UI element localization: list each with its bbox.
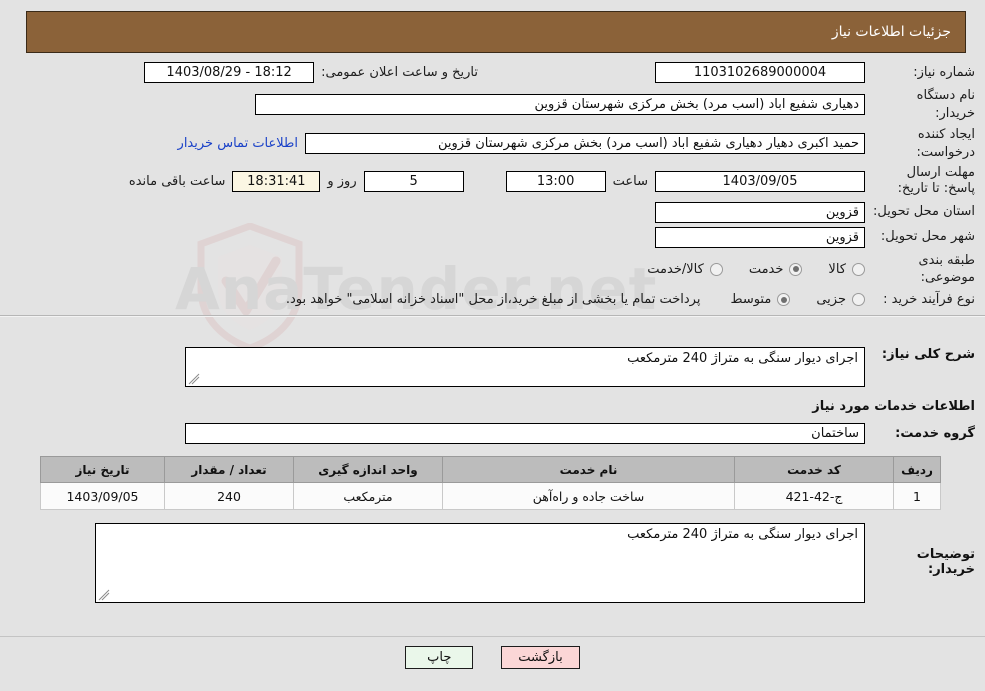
- col-header-code: کد خدمت: [734, 456, 894, 483]
- service-items-table-wrap: ردیف کد خدمت نام خدمت واحد اندازه گیری ت…: [0, 456, 985, 510]
- category-option-kala[interactable]: کالا: [828, 262, 865, 277]
- general-desc-label: شرح کلی نیاز:: [881, 347, 975, 362]
- service-items-table: ردیف کد خدمت نام خدمت واحد اندازه گیری ت…: [40, 456, 941, 510]
- need-number-label: شماره نیاز:: [913, 64, 975, 80]
- category-option-label: خدمت: [748, 261, 784, 277]
- bottom-divider: [0, 636, 985, 637]
- row-service-group: گروه خدمت: ساختمان: [0, 423, 985, 444]
- cell-radif: 1: [893, 482, 941, 510]
- cell-date: 1403/09/05: [40, 482, 165, 510]
- cell-qty: 240: [164, 482, 294, 510]
- deadline-date-field[interactable]: 1403/09/05: [655, 170, 865, 192]
- cell-unit: مترمکعب: [293, 482, 443, 510]
- remaining-days-field[interactable]: 5: [363, 170, 464, 192]
- row-province: استان محل تحویل: قزوین: [0, 201, 985, 223]
- row-need-number: شماره نیاز: 1103102689000004 تاریخ و ساع…: [0, 62, 985, 83]
- table-header-row: ردیف کد خدمت نام خدمت واحد اندازه گیری ت…: [40, 456, 941, 483]
- radio-icon[interactable]: [852, 262, 865, 276]
- back-button[interactable]: بازگشت: [501, 646, 580, 669]
- col-header-name: نام خدمت: [442, 456, 735, 483]
- page-header: جزئیات اطلاعات نیاز: [26, 11, 966, 53]
- cell-name: ساخت جاده و راه‌آهن: [442, 482, 735, 510]
- announce-datetime-label: تاریخ و ساعت اعلان عمومی:: [321, 65, 478, 80]
- table-row: 1 ج-42-421 ساخت جاده و راه‌آهن مترمکعب 2…: [40, 482, 941, 510]
- general-desc-value: اجرای دیوار سنگی به متراژ 240 مترمکعب: [627, 351, 858, 366]
- row-category: طبقه بندی موضوعی: کالا خدمت کالا/خدمت: [0, 252, 985, 287]
- deadline-hour-field[interactable]: 13:00: [505, 170, 606, 192]
- category-option-khedmat[interactable]: خدمت: [749, 262, 803, 277]
- resize-grip-icon[interactable]: [98, 589, 110, 601]
- category-radio-group: کالا خدمت کالا/خدمت: [621, 262, 865, 277]
- remaining-label: ساعت باقی مانده: [128, 173, 226, 189]
- resize-grip-icon[interactable]: [188, 373, 200, 385]
- category-option-label: کالا/خدمت: [647, 261, 704, 277]
- buyer-org-field[interactable]: دهیاری شفیع اباد (اسب مرد) بخش مرکزی شهر…: [255, 94, 865, 116]
- need-info-panel: شماره نیاز: 1103102689000004 تاریخ و ساع…: [0, 62, 985, 318]
- buyer-contact-link[interactable]: اطلاعات تماس خریدار: [171, 136, 305, 151]
- row-general-desc: شرح کلی نیاز: اجرای دیوار سنگی به متراژ …: [0, 347, 985, 387]
- category-label: طبقه بندی موضوعی:: [918, 252, 976, 286]
- buyer-notes-label: توضیحات خریدار:: [916, 547, 975, 577]
- buyer-notes-textarea[interactable]: اجرای دیوار سنگی به متراژ 240 مترمکعب: [95, 523, 865, 603]
- col-header-qty: تعداد / مقدار: [164, 456, 294, 483]
- province-field[interactable]: قزوین: [655, 201, 865, 223]
- city-label: شهر محل تحویل:: [880, 229, 975, 245]
- creator-label: ایجاد کننده درخواست:: [916, 127, 975, 160]
- category-option-label: کالا: [828, 261, 846, 277]
- row-city: شهر محل تحویل: قزوین: [0, 226, 985, 248]
- process-label: نوع فرآیند خرید :: [883, 291, 975, 307]
- category-option-kala-khedmat[interactable]: کالا/خدمت: [647, 262, 723, 277]
- footer-actions: بازگشت چاپ: [0, 646, 985, 669]
- countdown-timer-field: 18:31:41: [232, 170, 321, 192]
- province-label: استان محل تحویل:: [873, 204, 975, 220]
- radio-icon[interactable]: [709, 262, 723, 276]
- service-group-label: گروه خدمت:: [895, 426, 975, 441]
- row-creator: ایجاد کننده درخواست: حمید اکبری دهیار ده…: [0, 126, 985, 161]
- cell-code: ج-42-421: [734, 482, 894, 510]
- buyer-notes-value: اجرای دیوار سنگی به متراژ 240 مترمکعب: [627, 527, 858, 542]
- treasury-note: پرداخت تمام یا بخشی از مبلغ خرید،از محل …: [285, 292, 701, 308]
- row-buyer-org: نام دستگاه خریدار: دهیاری شفیع اباد (اسب…: [0, 87, 985, 122]
- col-header-date: تاریخ نیاز: [40, 456, 165, 483]
- creator-field[interactable]: حمید اکبری دهیار دهیاری شفیع اباد (اسب م…: [305, 133, 865, 155]
- col-header-unit: واحد اندازه گیری: [293, 456, 443, 483]
- process-radio-group: جزیی متوسط: [704, 292, 865, 307]
- general-desc-textarea[interactable]: اجرای دیوار سنگی به متراژ 240 مترمکعب: [185, 347, 865, 387]
- radio-icon[interactable]: [852, 293, 865, 307]
- details-section: شرح کلی نیاز: اجرای دیوار سنگی به متراژ …: [0, 340, 985, 603]
- need-number-field[interactable]: 1103102689000004: [655, 62, 865, 83]
- days-word-label: روز و: [327, 173, 357, 189]
- process-option-motavaset[interactable]: متوسط: [730, 292, 791, 308]
- section-divider: [0, 315, 985, 318]
- buyer-org-label: نام دستگاه خریدار:: [916, 88, 975, 121]
- radio-icon[interactable]: [777, 293, 791, 307]
- print-button[interactable]: چاپ: [405, 646, 474, 669]
- row-deadline: مهلت ارسال پاسخ: تا تاریخ: 1403/09/05 سا…: [0, 165, 985, 198]
- page-title: جزئیات اطلاعات نیاز: [831, 24, 951, 40]
- process-option-label: متوسط: [730, 292, 772, 308]
- process-option-jozei[interactable]: جزیی: [816, 292, 865, 307]
- service-group-field[interactable]: ساختمان: [185, 423, 865, 444]
- deadline-label: مهلت ارسال پاسخ: تا تاریخ:: [897, 165, 975, 197]
- hour-label: ساعت: [612, 173, 648, 189]
- radio-icon[interactable]: [789, 262, 803, 276]
- process-option-label: جزیی: [816, 292, 846, 308]
- city-field[interactable]: قزوین: [655, 226, 865, 248]
- col-header-radif: ردیف: [893, 456, 941, 483]
- announce-datetime-field[interactable]: 18:12 - 1403/08/29: [144, 62, 315, 83]
- services-section-title: اطلاعات خدمات مورد نیاز: [812, 399, 975, 414]
- row-process: نوع فرآیند خرید : جزیی متوسط پرداخت تمام…: [0, 291, 985, 309]
- row-buyer-notes: توضیحات خریدار: اجرای دیوار سنگی به مترا…: [0, 523, 985, 603]
